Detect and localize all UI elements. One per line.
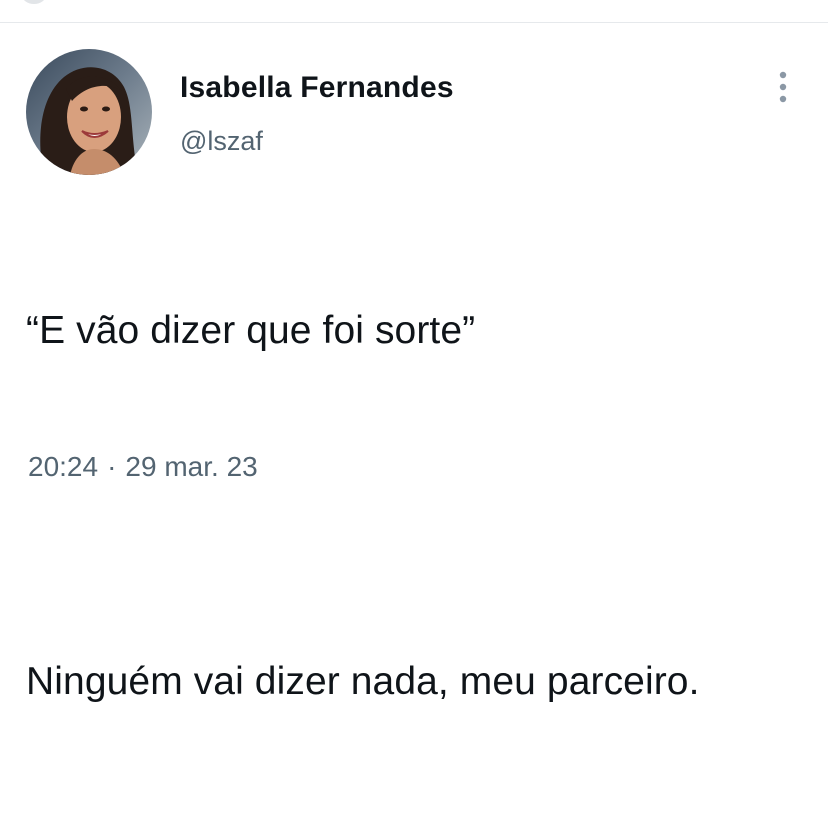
tweet-date[interactable]: 29 mar. 23	[125, 451, 257, 482]
previous-tweet-edge	[0, 0, 828, 22]
tweet-text: “E vão dizer que foi sorte” Ninguém vai …	[26, 188, 796, 824]
author-handle[interactable]: @lszaf	[180, 126, 263, 157]
tweet-timestamp[interactable]: 20:24 · 29 mar. 23	[28, 451, 258, 483]
tweet-text-line: “E vão dizer que foi sorte”	[26, 309, 476, 352]
more-vertical-icon	[779, 71, 787, 103]
more-options-button[interactable]	[766, 67, 800, 107]
partial-avatar-icon	[22, 0, 46, 4]
avatar-image	[26, 49, 152, 175]
tweet-time[interactable]: 20:24	[28, 451, 98, 482]
avatar[interactable]	[26, 49, 152, 175]
author-name[interactable]: Isabella Fernandes	[180, 71, 454, 105]
tweet-text-line: Ninguém vai dizer nada, meu parceiro.	[26, 660, 700, 703]
meta-separator: ·	[107, 451, 117, 482]
tweet-card[interactable]: Isabella Fernandes @lszaf “E vão dizer q…	[0, 23, 828, 703]
